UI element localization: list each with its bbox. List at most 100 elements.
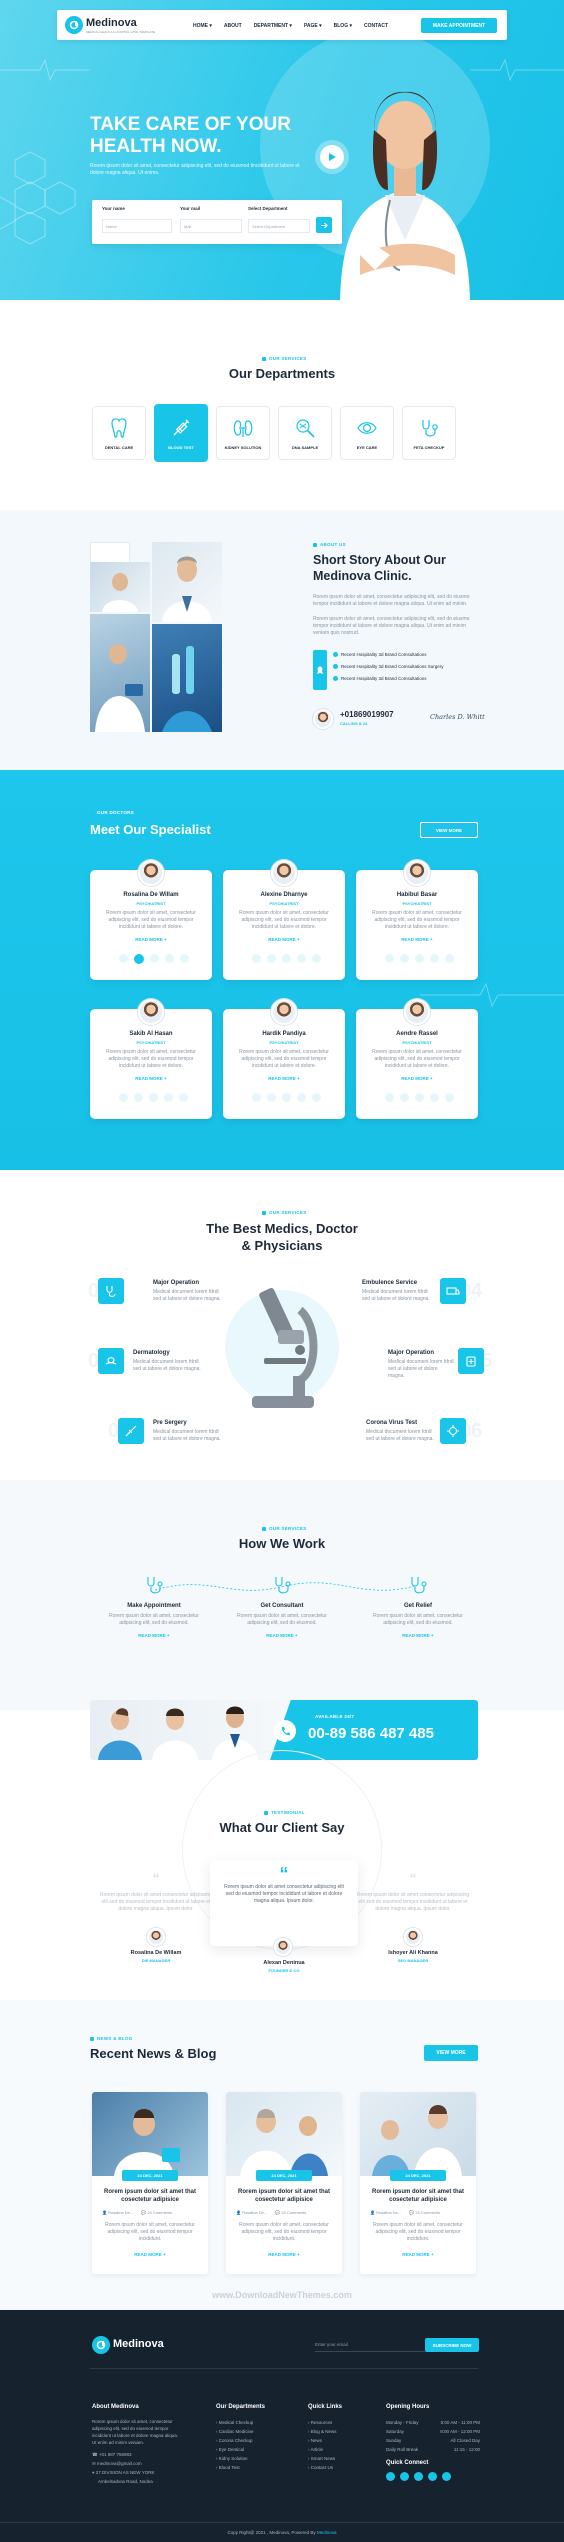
twitter-icon[interactable] — [267, 1093, 276, 1102]
linkedin-icon[interactable] — [297, 954, 306, 963]
play-button[interactable] — [320, 145, 344, 169]
facebook-icon[interactable] — [385, 1093, 394, 1102]
department-card[interactable]: DNA SAMPLE — [278, 406, 332, 460]
footer-link[interactable]: › Eye Dentical — [216, 2445, 296, 2454]
footer-link[interactable]: › Article — [308, 2445, 378, 2454]
subscribe-button[interactable]: SUBSCRIBE NOW — [425, 2338, 479, 2352]
read-more-link[interactable]: READ MORE + — [360, 2252, 476, 2257]
instagram-icon[interactable] — [282, 954, 291, 963]
footer-link[interactable]: › Blog & News — [308, 2427, 378, 2436]
twitter-icon[interactable] — [134, 1093, 143, 1102]
instagram-icon[interactable] — [414, 2472, 423, 2481]
department-card[interactable]: EYE CARE — [340, 406, 394, 460]
phone-number[interactable]: 00-89 586 487 485 — [308, 1725, 434, 1742]
doctor-card[interactable]: Aendre Rassel PSYCHIATRIST Rorem ipsum d… — [356, 999, 478, 1119]
department-card[interactable]: KIDNEY SOLUTION — [216, 406, 270, 460]
footer-email[interactable]: ✉ medinova@gmail.com — [92, 2459, 182, 2468]
nav-page[interactable]: PAGE ▾ — [304, 23, 322, 29]
twitter-icon[interactable] — [134, 954, 144, 964]
logo-icon[interactable] — [65, 16, 83, 34]
footer-link[interactable]: › Smart News — [308, 2454, 378, 2463]
footer-link[interactable]: › Corona Checkup — [216, 2436, 296, 2445]
pinterest-icon[interactable] — [312, 1093, 321, 1102]
read-more-link[interactable]: READ MORE + — [218, 1633, 346, 1638]
doctor-card[interactable]: Hardik Pandiya PSYCHIATRIST Rorem ipsum … — [223, 999, 345, 1119]
view-more-button[interactable]: VIEW MORE — [424, 2045, 478, 2061]
footer-link[interactable]: › News — [308, 2436, 378, 2445]
news-card[interactable]: 24 DEC, 2021 Rorem ipsum dolor sit amet … — [360, 2092, 476, 2274]
twitter-icon[interactable] — [400, 2472, 409, 2481]
read-more-link[interactable]: READ MORE + — [90, 937, 212, 942]
read-more-link[interactable]: READ MORE + — [90, 1076, 212, 1081]
news-card[interactable]: 24 DEC, 2021 Rorem ipsum dolor sit amet … — [226, 2092, 342, 2274]
linkedin-icon[interactable] — [428, 2472, 437, 2481]
footer-link[interactable]: › Blood Test — [216, 2463, 296, 2472]
linkedin-icon[interactable] — [297, 1093, 306, 1102]
department-card[interactable]: FETA CHECKUP — [402, 406, 456, 460]
footer-link[interactable]: › Cardiac Medicine — [216, 2427, 296, 2436]
twitter-icon[interactable] — [400, 954, 409, 963]
linkedin-icon[interactable] — [430, 954, 439, 963]
facebook-icon[interactable] — [252, 1093, 261, 1102]
department-card[interactable]: DENTAL CARE — [92, 406, 146, 460]
submit-button[interactable] — [316, 217, 332, 233]
nav-home[interactable]: HOME ▾ — [193, 23, 212, 29]
footer-link[interactable]: › Contact Us — [308, 2463, 378, 2472]
news-title[interactable]: Rorem ipsum dolor sit amet that cosectet… — [98, 2188, 202, 2204]
footer-link[interactable]: › Kidny Solution — [216, 2454, 296, 2463]
newsletter-email-input[interactable]: Enter your email — [315, 2338, 425, 2352]
news-title[interactable]: Rorem ipsum dolor sit amet that cosectet… — [366, 2188, 470, 2204]
instagram-icon[interactable] — [149, 1093, 158, 1102]
facebook-icon[interactable] — [386, 2472, 395, 2481]
department-select[interactable]: Select Department — [248, 219, 310, 233]
footer-brand[interactable]: Medinova — [113, 2338, 164, 2350]
read-more-link[interactable]: READ MORE + — [223, 1076, 345, 1081]
instagram-icon[interactable] — [150, 954, 159, 963]
footer-link[interactable]: › Medical Checkup — [216, 2418, 296, 2427]
linkedin-icon[interactable] — [165, 954, 174, 963]
nav-department[interactable]: DEPARTMENT ▾ — [254, 23, 292, 29]
about-phone[interactable]: +01869019907 — [340, 710, 394, 719]
department-card-active[interactable]: BLOOD TEST — [154, 404, 208, 462]
logo-icon[interactable] — [92, 2336, 110, 2354]
footer-link[interactable]: › Resources — [308, 2418, 378, 2427]
pinterest-icon[interactable] — [445, 954, 454, 963]
read-more-link[interactable]: READ MORE + — [356, 1076, 478, 1081]
instagram-icon[interactable] — [415, 954, 424, 963]
read-more-link[interactable]: READ MORE + — [226, 2252, 342, 2257]
nav-about[interactable]: ABOUT — [224, 23, 242, 29]
doctor-card[interactable]: Habibul Basar PSYCHIATRIST Rorem ipsum d… — [356, 860, 478, 980]
facebook-icon[interactable] — [119, 1093, 128, 1102]
nav-contact[interactable]: CONTACT — [364, 23, 388, 29]
twitter-icon[interactable] — [267, 954, 276, 963]
copyright-brand[interactable]: Medinova — [317, 2530, 337, 2535]
make-appointment-button[interactable]: MAKE APPOINTMENT — [421, 18, 497, 33]
facebook-icon[interactable] — [252, 954, 261, 963]
view-more-button[interactable]: VIEW MORE — [420, 822, 478, 838]
doctor-card[interactable]: Alexine Dharnye PSYCHIATRIST Rorem ipsum… — [223, 860, 345, 980]
instagram-icon[interactable] — [282, 1093, 291, 1102]
pinterest-icon[interactable] — [179, 1093, 188, 1102]
pinterest-icon[interactable] — [180, 954, 189, 963]
news-title[interactable]: Rorem ipsum dolor sit amet that cosectet… — [232, 2188, 336, 2204]
doctor-card[interactable]: Sakib Al Hasan PSYCHIATRIST Rorem ipsum … — [90, 999, 212, 1119]
read-more-link[interactable]: READ MORE + — [354, 1633, 482, 1638]
read-more-link[interactable]: READ MORE + — [90, 1633, 218, 1638]
nav-blog[interactable]: BLOG ▾ — [334, 23, 352, 29]
youtube-icon[interactable] — [442, 2472, 451, 2481]
facebook-icon[interactable] — [119, 954, 128, 963]
name-input[interactable]: Name — [102, 219, 172, 233]
brand-name[interactable]: Medinova — [86, 17, 137, 29]
read-more-link[interactable]: READ MORE + — [92, 2252, 208, 2257]
footer-phone[interactable]: ☎ +01 987 756983 — [92, 2450, 182, 2459]
news-card[interactable]: 24 DEC, 2021 Rorem ipsum dolor sit amet … — [92, 2092, 208, 2274]
instagram-icon[interactable] — [415, 1093, 424, 1102]
pinterest-icon[interactable] — [312, 954, 321, 963]
facebook-icon[interactable] — [385, 954, 394, 963]
read-more-link[interactable]: READ MORE + — [356, 937, 478, 942]
doctor-card[interactable]: Rosalina De Willam PSYCHIATRIST Rorem ip… — [90, 860, 212, 980]
linkedin-icon[interactable] — [430, 1093, 439, 1102]
twitter-icon[interactable] — [400, 1093, 409, 1102]
pinterest-icon[interactable] — [445, 1093, 454, 1102]
mail-input[interactable]: Mail — [180, 219, 242, 233]
